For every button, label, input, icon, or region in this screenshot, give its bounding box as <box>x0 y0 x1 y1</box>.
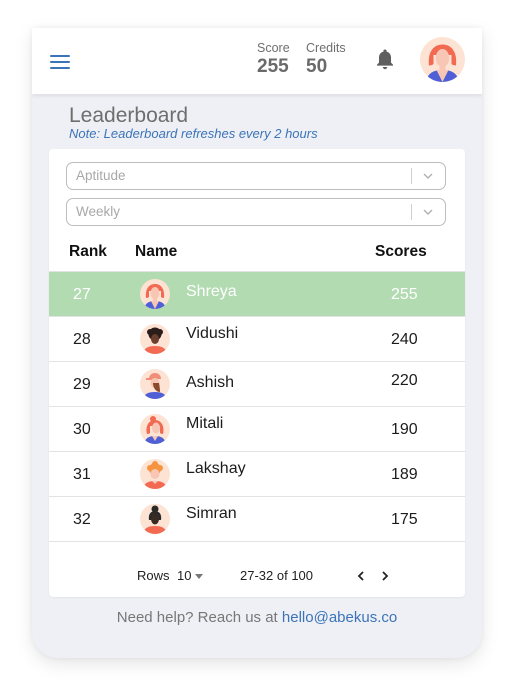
row-score: 255 <box>391 286 418 303</box>
row-name: Ashish <box>186 374 235 391</box>
credits-label: Credits <box>306 41 346 55</box>
pagination-range: 27-32 of 100 <box>240 568 314 583</box>
refresh-note: Note: Leaderboard refreshes every 2 hour… <box>69 126 318 141</box>
help-text: Need help? Reach us at <box>116 609 278 626</box>
rows-per-page-select[interactable]: 10 <box>177 568 204 583</box>
top-bar: Score 255 Credits 50 <box>32 28 482 94</box>
table-row[interactable]: 30 Mitali 190 <box>49 407 465 452</box>
select-separator <box>411 168 412 184</box>
row-score: 240 <box>391 331 418 348</box>
table-row[interactable]: 31 Lakshay 189 <box>49 452 465 497</box>
row-avatar <box>140 504 170 534</box>
row-avatar <box>140 459 170 489</box>
table-row[interactable]: 32 Simran 175 <box>49 497 465 542</box>
row-rank: 27 <box>73 286 91 303</box>
table-row-highlighted[interactable]: 27 Shreya 255 <box>49 271 465 317</box>
chevron-down-icon <box>423 209 433 215</box>
page-title: Leaderboard <box>69 104 189 127</box>
bell-icon[interactable] <box>375 48 395 70</box>
column-header-rank: Rank <box>69 243 107 260</box>
row-rank: 30 <box>73 421 91 438</box>
period-select[interactable]: Weekly <box>66 198 446 226</box>
user-avatar[interactable] <box>420 37 465 82</box>
row-score: 189 <box>391 466 418 483</box>
leaderboard-card: Aptitude Weekly Rank Name Scores 27 Shre… <box>49 149 465 597</box>
score-stat: Score 255 <box>257 41 290 78</box>
category-select-value: Aptitude <box>76 168 126 183</box>
row-name: Lakshay <box>186 460 246 477</box>
score-value: 255 <box>257 56 289 77</box>
chevron-left-icon[interactable] <box>355 569 367 583</box>
chevron-down-icon <box>423 173 433 179</box>
row-score: 220 <box>391 372 418 389</box>
row-rank: 31 <box>73 466 91 483</box>
credits-value: 50 <box>306 56 328 77</box>
row-score: 175 <box>391 511 418 528</box>
row-avatar <box>140 414 170 444</box>
row-rank: 28 <box>73 331 91 348</box>
help-footer: Need help? Reach us at hello@abekus.co <box>32 609 482 626</box>
column-header-name: Name <box>135 243 178 260</box>
row-avatar <box>140 279 170 309</box>
rows-per-page-value: 10 <box>177 568 192 583</box>
caret-down-icon <box>195 574 204 580</box>
support-email-link[interactable]: hello@abekus.co <box>282 609 397 626</box>
row-name: Mitali <box>186 415 224 432</box>
row-name: Simran <box>186 505 237 522</box>
row-avatar <box>140 369 170 399</box>
row-name: Shreya <box>186 283 237 300</box>
select-separator <box>411 204 412 220</box>
period-select-value: Weekly <box>76 204 121 219</box>
credits-stat: Credits 50 <box>306 41 346 78</box>
rows-per-page-label: Rows <box>137 568 170 583</box>
table-row[interactable]: 29 Ashish 220 <box>49 362 465 407</box>
score-label: Score <box>257 41 290 55</box>
row-rank: 29 <box>73 376 91 393</box>
row-rank: 32 <box>73 511 91 528</box>
app-frame: Score 255 Credits 50 Leaderboard Note: L… <box>32 28 482 658</box>
column-header-scores: Scores <box>375 243 427 260</box>
table-row[interactable]: 28 Vidushi 240 <box>49 317 465 362</box>
hamburger-menu-icon[interactable] <box>50 55 70 69</box>
leaderboard-rows: 27 Shreya 255 28 Vidushi 240 29 Ashish 2… <box>49 271 465 542</box>
row-avatar <box>140 324 170 354</box>
chevron-right-icon[interactable] <box>379 569 391 583</box>
row-name: Vidushi <box>186 325 239 342</box>
category-select[interactable]: Aptitude <box>66 162 446 190</box>
row-score: 190 <box>391 421 418 438</box>
